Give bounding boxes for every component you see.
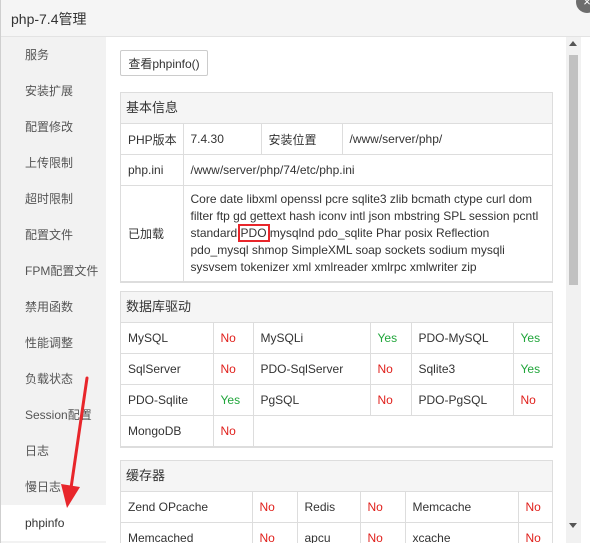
driver-name: PDO-SqlServer [252,353,371,385]
cache-status: No [251,492,298,523]
table-row: php.ini /www/server/php/74/etc/php.ini [121,154,552,186]
table-row: 已加载 Core date libxml openssl pcre sqlite… [121,185,552,282]
title-bar: php-7.4管理 [1,0,590,37]
cache-panel: 缓存器 Zend OPcache No Redis No Memcache No… [120,460,553,543]
cache-status: No [251,522,298,543]
table-row: PDO-Sqlite Yes PgSQL No PDO-PgSQL No [121,384,552,416]
table-row: Zend OPcache No Redis No Memcache No [121,492,552,523]
driver-name: MySQL [121,323,214,354]
php-ini-label: php.ini [121,154,184,186]
sidebar-item-install-ext[interactable]: 安装扩展 [1,73,106,109]
basic-info-table: PHP版本 7.4.30 安装位置 /www/server/php/ php.i… [121,124,552,282]
cache-table: Zend OPcache No Redis No Memcache No Mem… [121,492,552,543]
driver-name: PgSQL [252,384,371,416]
table-row: MongoDB No [121,415,552,447]
install-location-label: 安装位置 [260,124,343,155]
sidebar-item-session[interactable]: Session配置 [1,397,106,433]
sidebar-item-timeout-limit[interactable]: 超时限制 [1,181,106,217]
driver-name: Sqlite3 [410,353,514,385]
scroll-down-icon[interactable] [569,523,577,528]
sidebar-item-slow-log[interactable]: 慢日志 [1,469,106,505]
sidebar-item-load-status[interactable]: 负载状态 [1,361,106,397]
driver-name: PDO-Sqlite [121,384,214,416]
driver-status: Yes [512,323,552,354]
driver-status: Yes [369,323,412,354]
sidebar-item-config-file[interactable]: 配置文件 [1,217,106,253]
basic-info-panel: 基本信息 PHP版本 7.4.30 安装位置 /www/server/php/ … [120,92,553,283]
sidebar-item-upload-limit[interactable]: 上传限制 [1,145,106,181]
scroll-thumb[interactable] [569,55,578,285]
driver-name: SqlServer [121,353,214,385]
cache-name: Zend OPcache [121,492,253,523]
main-content: 查看phpinfo() 基本信息 PHP版本 7.4.30 安装位置 /www/… [106,37,566,543]
php-version-label: PHP版本 [121,124,184,155]
table-row: SqlServer No PDO-SqlServer No Sqlite3 Ye… [121,353,552,385]
sidebar: 服务 安装扩展 配置修改 上传限制 超时限制 配置文件 FPM配置文件 禁用函数… [1,37,106,543]
cache-title: 缓存器 [121,461,552,492]
driver-status: Yes [512,353,552,385]
db-drivers-panel: 数据库驱动 MySQL No MySQLi Yes PDO-MySQL Yes … [120,291,553,448]
driver-name: PDO-PgSQL [410,384,514,416]
php-version-value: 7.4.30 [182,124,262,155]
driver-status: No [212,323,254,354]
loaded-extensions-label: 已加载 [121,185,184,282]
cache-status: No [517,492,552,523]
basic-info-title: 基本信息 [121,93,552,124]
driver-status: No [212,415,254,447]
sidebar-item-performance[interactable]: 性能调整 [1,325,106,361]
install-location-value: /www/server/php/ [341,124,552,155]
driver-status: No [369,353,412,385]
driver-status: Yes [212,384,254,416]
db-drivers-table: MySQL No MySQLi Yes PDO-MySQL Yes SqlSer… [121,323,552,447]
cache-status: No [359,522,406,543]
table-row: MySQL No MySQLi Yes PDO-MySQL Yes [121,323,552,354]
driver-name: MySQLi [252,323,371,354]
sidebar-item-log[interactable]: 日志 [1,433,106,469]
loaded-extensions-value: Core date libxml openssl pcre sqlite3 zl… [182,185,552,282]
sidebar-item-disabled-functions[interactable]: 禁用函数 [1,289,106,325]
php-ini-value: /www/server/php/74/etc/php.ini [182,154,552,186]
cache-status: No [517,522,552,543]
sidebar-item-phpinfo[interactable]: phpinfo [1,505,106,541]
driver-name: PDO-MySQL [410,323,514,354]
sidebar-item-service[interactable]: 服务 [1,37,106,73]
driver-status: No [212,353,254,385]
table-row: PHP版本 7.4.30 安装位置 /www/server/php/ [121,124,552,155]
dialog-title: php-7.4管理 [11,11,87,27]
cache-name: Memcache [404,492,519,523]
cache-name: xcache [404,522,519,543]
driver-name: MongoDB [121,415,214,447]
php-manager-dialog: php-7.4管理 × 服务 安装扩展 配置修改 上传限制 超时限制 配置文件 … [0,0,590,543]
driver-status: No [369,384,412,416]
cache-name: Redis [296,492,361,523]
driver-status: No [512,384,552,416]
table-row: Memcached No apcu No xcache No [121,522,552,543]
cache-status: No [359,492,406,523]
content-scrollbar[interactable] [566,37,581,543]
scroll-up-icon[interactable] [569,41,577,46]
view-phpinfo-button[interactable]: 查看phpinfo() [120,50,208,76]
sidebar-item-config-edit[interactable]: 配置修改 [1,109,106,145]
pdo-highlight: PDO [237,224,270,242]
db-drivers-title: 数据库驱动 [121,292,552,323]
cache-name: apcu [296,522,361,543]
empty-cell [252,415,552,447]
sidebar-item-fpm-config[interactable]: FPM配置文件 [1,253,106,289]
cache-name: Memcached [121,522,253,543]
